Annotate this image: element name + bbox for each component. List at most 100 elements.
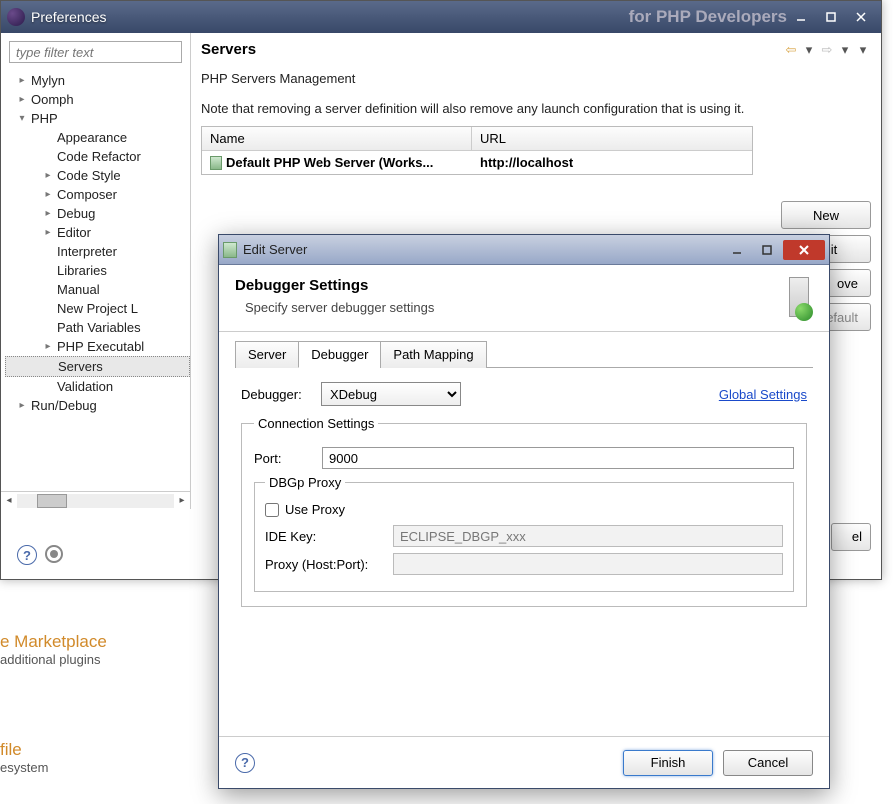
dialog-maximize-button[interactable]: [753, 240, 781, 260]
tree-item-label: Composer: [57, 187, 117, 202]
help-icon[interactable]: ?: [17, 545, 37, 565]
tree-item-composer[interactable]: Composer: [5, 185, 190, 204]
nav-fwd-icon[interactable]: ⇨: [819, 42, 835, 58]
nav-fwd-menu-icon[interactable]: ▾: [837, 42, 853, 58]
tab-debugger[interactable]: Debugger: [298, 341, 381, 368]
ide-key-label: IDE Key:: [265, 529, 385, 544]
tree-item-label: Servers: [58, 359, 103, 374]
tree-item-oomph[interactable]: Oomph: [5, 90, 190, 109]
row-url: http://localhost: [480, 155, 744, 170]
connection-settings-group: Connection Settings Port: DBGp Proxy Use…: [241, 416, 807, 607]
expand-icon[interactable]: [17, 113, 27, 123]
bottom-button-partial[interactable]: el: [831, 523, 871, 551]
bg-marketplace-heading: e Marketplace: [0, 632, 107, 652]
tree-item-interpreter[interactable]: Interpreter: [5, 242, 190, 261]
tree-item-php-executabl[interactable]: PHP Executabl: [5, 337, 190, 356]
dialog-minimize-button[interactable]: [723, 240, 751, 260]
expand-icon[interactable]: [43, 227, 53, 237]
page-desc: PHP Servers Management: [201, 70, 871, 88]
tree-item-label: PHP: [31, 111, 58, 126]
finish-button[interactable]: Finish: [623, 750, 713, 776]
global-settings-link[interactable]: Global Settings: [719, 387, 807, 402]
col-name[interactable]: Name: [202, 127, 472, 150]
scroll-right-icon[interactable]: [174, 493, 190, 509]
tree-item-label: Code Style: [57, 168, 121, 183]
tree-item-debug[interactable]: Debug: [5, 204, 190, 223]
filter-input[interactable]: [9, 41, 182, 63]
window-title: Preferences: [31, 9, 619, 25]
tree-item-label: Mylyn: [31, 73, 65, 88]
tree-item-libraries[interactable]: Libraries: [5, 261, 190, 280]
tree-item-label: Oomph: [31, 92, 74, 107]
scroll-left-icon[interactable]: [1, 493, 17, 509]
expand-icon[interactable]: [17, 94, 27, 104]
dialog-help-icon[interactable]: ?: [235, 753, 255, 773]
col-url[interactable]: URL: [472, 127, 752, 150]
new-button[interactable]: New: [781, 201, 871, 229]
use-proxy-checkbox[interactable]: [265, 503, 279, 517]
tree-item-php[interactable]: PHP: [5, 109, 190, 128]
tree-item-run-debug[interactable]: Run/Debug: [5, 396, 190, 415]
nav-back-menu-icon[interactable]: ▾: [801, 42, 817, 58]
expand-icon[interactable]: [43, 189, 53, 199]
expand-icon[interactable]: [17, 400, 27, 410]
tree-item-label: Validation: [57, 379, 113, 394]
tree-item-appearance[interactable]: Appearance: [5, 128, 190, 147]
import-export-icon[interactable]: [45, 545, 63, 563]
bg-file-sub: esystem: [0, 760, 48, 775]
tree-item-code-refactor[interactable]: Code Refactor: [5, 147, 190, 166]
dialog-header-title: Debugger Settings: [235, 277, 434, 294]
table-row[interactable]: Default PHP Web Server (Works... http://…: [202, 151, 752, 174]
dialog-close-button[interactable]: [783, 240, 825, 260]
tree-item-new-project-l[interactable]: New Project L: [5, 299, 190, 318]
expand-icon[interactable]: [43, 341, 53, 351]
tree-item-validation[interactable]: Validation: [5, 377, 190, 396]
tree-item-path-variables[interactable]: Path Variables: [5, 318, 190, 337]
nav-menu-icon[interactable]: ▾: [855, 42, 871, 58]
minimize-button[interactable]: [787, 7, 815, 27]
preferences-tree[interactable]: Mylyn Oomph PHP AppearanceCode Refactor Code…: [1, 71, 190, 491]
edit-server-dialog: Edit Server Debugger Settings Specify se…: [218, 234, 830, 789]
tree-item-label: Debug: [57, 206, 95, 221]
tree-item-label: Path Variables: [57, 320, 141, 335]
tree-item-mylyn[interactable]: Mylyn: [5, 71, 190, 90]
preferences-tree-sidebar: Mylyn Oomph PHP AppearanceCode Refactor Code…: [1, 33, 191, 509]
tree-item-editor[interactable]: Editor: [5, 223, 190, 242]
proxy-legend: DBGp Proxy: [265, 475, 345, 490]
bg-marketplace-sub: additional plugins: [0, 652, 107, 667]
expand-icon[interactable]: [43, 208, 53, 218]
page-heading: Servers: [201, 41, 256, 58]
tab-server[interactable]: Server: [235, 341, 299, 368]
scroll-thumb[interactable]: [37, 494, 67, 508]
tree-item-manual[interactable]: Manual: [5, 280, 190, 299]
window-subtitle: for PHP Developers: [629, 7, 787, 27]
expand-icon[interactable]: [17, 75, 27, 85]
eclipse-icon: [7, 8, 25, 26]
use-proxy-label: Use Proxy: [285, 502, 345, 517]
dialog-titlebar[interactable]: Edit Server: [219, 235, 829, 265]
cancel-button[interactable]: Cancel: [723, 750, 813, 776]
tree-item-label: Interpreter: [57, 244, 117, 259]
dbgp-proxy-group: DBGp Proxy Use Proxy IDE Key: Proxy (Hos…: [254, 475, 794, 592]
dialog-footer: ? Finish Cancel: [219, 736, 829, 788]
port-input[interactable]: [322, 447, 794, 469]
servers-table: Name URL Default PHP Web Server (Works..…: [201, 126, 753, 175]
dialog-header: Debugger Settings Specify server debugge…: [219, 265, 829, 332]
server-icon: [210, 156, 222, 170]
close-button[interactable]: [847, 7, 875, 27]
tree-horizontal-scrollbar[interactable]: [1, 491, 190, 509]
proxy-host-label: Proxy (Host:Port):: [265, 557, 385, 572]
tree-item-code-style[interactable]: Code Style: [5, 166, 190, 185]
connection-legend: Connection Settings: [254, 416, 378, 431]
tree-item-servers[interactable]: Servers: [5, 356, 190, 377]
page-note: Note that removing a server definition w…: [201, 100, 871, 118]
port-label: Port:: [254, 451, 314, 466]
tree-item-label: Run/Debug: [31, 398, 97, 413]
nav-back-icon[interactable]: ⇦: [783, 42, 799, 58]
debugger-select[interactable]: XDebug: [321, 382, 461, 406]
tree-item-label: New Project L: [57, 301, 138, 316]
maximize-button[interactable]: [817, 7, 845, 27]
main-titlebar[interactable]: Preferences for PHP Developers: [1, 1, 881, 33]
expand-icon[interactable]: [43, 170, 53, 180]
tab-path-mapping[interactable]: Path Mapping: [380, 341, 486, 368]
